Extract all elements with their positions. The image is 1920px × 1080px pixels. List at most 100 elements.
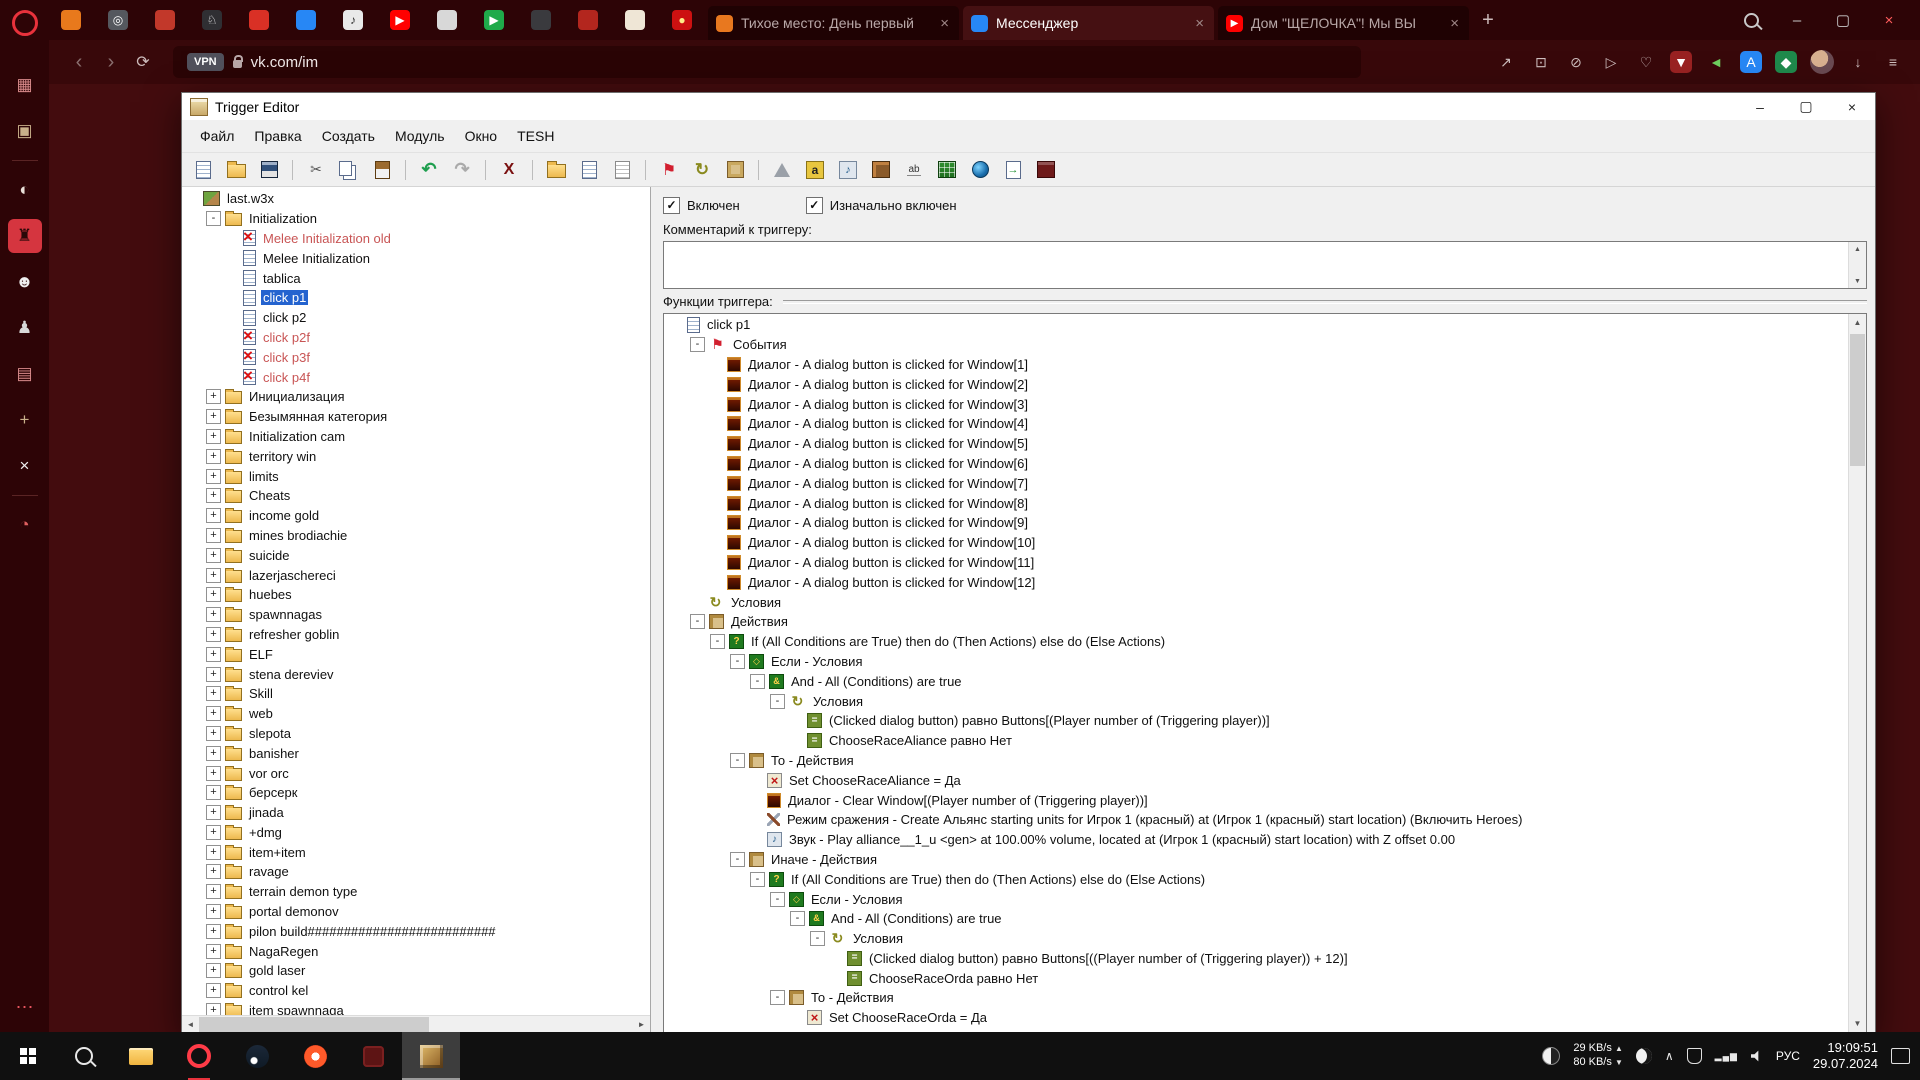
pinned-site-icon[interactable]: ▶ xyxy=(484,10,504,30)
tree-expander[interactable]: + xyxy=(206,706,221,722)
sound-editor-icon[interactable]: ♪ xyxy=(833,155,863,184)
function-row[interactable]: Диалог - A dialog button is clicked for … xyxy=(666,493,1844,513)
open-map-icon[interactable] xyxy=(221,155,251,184)
tree-row[interactable]: + Cheats xyxy=(182,486,650,506)
menu-window[interactable]: Окно xyxy=(455,128,508,144)
undo-icon[interactable]: ↶ xyxy=(414,155,444,184)
tree-expander[interactable] xyxy=(790,1011,803,1024)
tab-close-icon[interactable]: × xyxy=(1193,15,1206,32)
function-row[interactable]: Диалог - A dialog button is clicked for … xyxy=(666,553,1844,573)
share-icon[interactable]: ↗ xyxy=(1495,51,1517,73)
tree-expander[interactable]: - xyxy=(750,673,765,689)
function-row[interactable]: - То - Действия xyxy=(666,751,1844,771)
tree-expander[interactable] xyxy=(186,192,199,205)
tree-expander[interactable]: + xyxy=(206,884,221,900)
ranks-icon[interactable]: ♟ xyxy=(8,311,42,345)
net-monitor-icon[interactable] xyxy=(1542,1047,1561,1065)
taskbar-search-button[interactable] xyxy=(56,1032,112,1080)
initially-on-checkbox[interactable]: ✓ xyxy=(805,196,823,214)
tree-row[interactable]: Melee Initialization old xyxy=(182,227,650,249)
save-map-icon[interactable] xyxy=(254,155,284,184)
function-row[interactable]: Условия xyxy=(666,592,1844,612)
tree-expander[interactable]: - xyxy=(750,871,765,887)
security-tray-icon[interactable] xyxy=(1686,1048,1702,1064)
tree-row[interactable]: + gold laser xyxy=(182,961,650,981)
tree-expander[interactable] xyxy=(750,774,763,787)
opera-gx-logo-icon[interactable] xyxy=(11,10,38,36)
syntax-highlight-icon[interactable]: a xyxy=(800,155,830,184)
pinned-site-icon[interactable] xyxy=(578,10,598,30)
tree-row[interactable]: + mines brodiachie xyxy=(182,526,650,546)
function-row[interactable]: Диалог - A dialog button is clicked for … xyxy=(666,513,1844,533)
tree-expander[interactable]: + xyxy=(206,666,221,682)
tree-row[interactable]: click p2f xyxy=(182,326,650,348)
tree-expander[interactable]: - xyxy=(790,911,805,927)
tree-expander[interactable]: + xyxy=(206,409,221,425)
tools-icon[interactable]: + xyxy=(8,403,42,437)
opera-gx-icon[interactable] xyxy=(170,1032,228,1080)
pinned-site-icon[interactable] xyxy=(61,10,81,30)
tree-expander[interactable]: + xyxy=(206,626,221,642)
tree-expander[interactable]: + xyxy=(206,745,221,761)
tree-expander[interactable] xyxy=(790,734,803,747)
scroll-up-icon[interactable]: ▲ xyxy=(1849,242,1866,256)
tree-expander[interactable]: + xyxy=(206,428,221,444)
volume-icon[interactable]: ◄ xyxy=(1705,51,1727,73)
tree-expander[interactable]: - xyxy=(770,693,785,709)
tree-expander[interactable]: + xyxy=(206,725,221,741)
function-row[interactable]: - Действия xyxy=(666,612,1844,632)
pinned-site-icon[interactable] xyxy=(625,10,645,30)
tree-row[interactable]: last.w3x xyxy=(182,189,650,209)
tree-expander[interactable] xyxy=(750,833,763,846)
function-row[interactable]: Диалог - A dialog button is clicked for … xyxy=(666,434,1844,454)
tree-expander[interactable] xyxy=(226,272,239,285)
battle-icon[interactable]: × xyxy=(8,449,42,483)
tree-expander[interactable]: - xyxy=(810,931,825,947)
tab-youtube[interactable]: ▶ Дом "ЩЕЛОЧКА"! Мы ВЫ × xyxy=(1218,6,1469,40)
pinned-site-icon[interactable] xyxy=(437,10,457,30)
tree-row[interactable]: tablica xyxy=(182,268,650,288)
cut-icon[interactable]: ✂ xyxy=(301,155,331,184)
tree-row[interactable]: + Безымянная категория xyxy=(182,407,650,427)
tree-row[interactable]: + slepota xyxy=(182,724,650,744)
tree-expander[interactable]: + xyxy=(206,785,221,801)
function-row[interactable]: - Если - Условия xyxy=(666,889,1844,909)
function-row[interactable]: Диалог - A dialog button is clicked for … xyxy=(666,572,1844,592)
function-row[interactable]: Диалог - Clear Window[(Player number of … xyxy=(666,790,1844,810)
tree-row[interactable]: click p1 xyxy=(182,288,650,308)
speed-dials-icon[interactable]: ▦ xyxy=(8,68,42,102)
send-icon[interactable]: ▷ xyxy=(1600,51,1622,73)
tree-row[interactable]: click p4f xyxy=(182,366,650,387)
tree-expander[interactable]: - xyxy=(730,752,745,768)
function-row[interactable]: - If (All Conditions are True) then do (… xyxy=(666,869,1844,889)
new-action-icon[interactable] xyxy=(720,155,750,184)
new-trigger-icon[interactable] xyxy=(574,155,604,184)
tree-row[interactable]: + stena dereviev xyxy=(182,664,650,684)
language-indicator[interactable]: РУС xyxy=(1776,1049,1800,1063)
back-button[interactable]: ‹ xyxy=(63,46,95,78)
tree-expander[interactable] xyxy=(226,311,239,324)
campaign-editor-icon[interactable] xyxy=(1031,155,1061,184)
function-row[interactable]: Режим сражения - Create Альянс starting … xyxy=(666,810,1844,830)
function-row[interactable]: Диалог - A dialog button is clicked for … xyxy=(666,355,1844,375)
tab-quiet-place[interactable]: Тихое место: День первый × xyxy=(708,6,959,40)
tree-row[interactable]: + ravage xyxy=(182,862,650,882)
tree-expander[interactable]: + xyxy=(206,587,221,603)
world-editor-icon[interactable] xyxy=(402,1032,460,1080)
tree-expander[interactable]: + xyxy=(206,468,221,484)
url-field[interactable]: VPN vk.com/im xyxy=(173,46,1361,78)
tree-expander[interactable]: + xyxy=(206,765,221,781)
browser-icon[interactable] xyxy=(286,1032,344,1080)
tree-row[interactable]: + territory win xyxy=(182,446,650,466)
night-mode-icon[interactable] xyxy=(1635,1048,1652,1064)
tree-expander[interactable] xyxy=(226,232,239,245)
new-condition-icon[interactable]: ↻ xyxy=(687,155,717,184)
function-row[interactable]: - And - All (Conditions) are true xyxy=(666,909,1844,929)
enabled-checkbox[interactable]: ✓ xyxy=(663,196,680,214)
tree-expander[interactable] xyxy=(710,437,723,450)
wallet-icon[interactable]: ◆ xyxy=(1775,51,1797,73)
game-icon[interactable]: ♜ xyxy=(7,219,42,253)
briefcase-icon[interactable]: ▣ xyxy=(8,114,42,148)
function-row[interactable]: click p1 xyxy=(666,315,1844,335)
tree-expander[interactable] xyxy=(226,252,239,265)
